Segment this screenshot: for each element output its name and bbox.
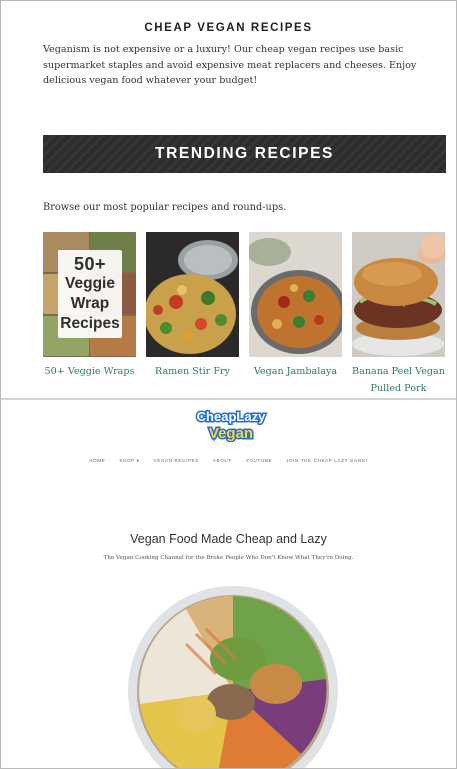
- nav-item-join[interactable]: JOIN THE CHEAP LAZY GANG!: [286, 458, 368, 464]
- recipe-link-pulled-pork[interactable]: Banana Peel Vegan Pulled Pork: [352, 363, 445, 397]
- overlay-line: 50+: [73, 254, 107, 274]
- recipes-section: CHEAP VEGAN RECIPES Veganism is not expe…: [0, 0, 457, 398]
- recipe-image-pulled-pork[interactable]: [352, 232, 445, 357]
- trending-banner-title: TRENDING RECIPES: [155, 145, 334, 162]
- nav-item-home[interactable]: HOME: [89, 458, 105, 464]
- logo-line-1: CheapLazy: [197, 409, 266, 424]
- buddha-bowl-photo: [128, 586, 338, 769]
- nav-item-shop[interactable]: SHOP ▾: [119, 458, 139, 464]
- hero-subtitle: The Vegan Cooking Channel for the Broke …: [103, 555, 354, 561]
- jambalaya-photo: [249, 232, 342, 357]
- cheap-lazy-vegan-logo[interactable]: CheapLazy Vegan: [190, 406, 272, 443]
- recipe-image-ramen-stir-fry[interactable]: [146, 232, 239, 357]
- ramen-stir-fry-photo: [146, 232, 239, 357]
- recipe-link-vegan-jambalaya[interactable]: Vegan Jambalaya: [249, 363, 342, 380]
- recipe-image-veggie-wraps[interactable]: 50+ Veggie Wrap Recipes: [43, 232, 136, 357]
- recipe-cards: 50+ Veggie Wrap Recipes 50+ Veggie Wraps: [43, 232, 447, 394]
- overlay-line: Wrap: [70, 295, 110, 312]
- recipe-link-veggie-wraps[interactable]: 50+ Veggie Wraps: [43, 363, 136, 380]
- pulled-pork-burger-photo: [352, 232, 445, 357]
- recipe-image-vegan-jambalaya[interactable]: [249, 232, 342, 357]
- browse-text: Browse our most popular recipes and roun…: [43, 202, 287, 213]
- main-nav: HOME SHOP ▾ VEGAN RECIPES ABOUT YOUTUBE …: [0, 458, 457, 464]
- recipe-card-ramen-stir-fry[interactable]: Ramen Stir Fry: [146, 232, 239, 380]
- trending-banner: TRENDING RECIPES: [43, 135, 446, 173]
- section-title: CHEAP VEGAN RECIPES: [144, 22, 313, 34]
- nav-item-about[interactable]: ABOUT: [213, 458, 232, 464]
- recipe-card-pulled-pork[interactable]: Banana Peel Vegan Pulled Pork: [352, 232, 445, 397]
- logo-line-2: Vegan: [209, 425, 253, 442]
- overlay-line: Recipes: [60, 315, 120, 332]
- recipe-card-veggie-wraps[interactable]: 50+ Veggie Wrap Recipes 50+ Veggie Wraps: [43, 232, 136, 380]
- intro-paragraph: Veganism is not expensive or a luxury! O…: [43, 44, 417, 86]
- hero-title: Vegan Food Made Cheap and Lazy: [130, 532, 327, 546]
- recipe-link-ramen-stir-fry[interactable]: Ramen Stir Fry: [146, 363, 239, 380]
- veggie-wrap-overlay: 50+ Veggie Wrap Recipes: [58, 250, 122, 338]
- nav-item-youtube[interactable]: YOUTUBE: [246, 458, 272, 464]
- homepage-hero: CheapLazy Vegan HOME SHOP ▾ VEGAN RECIPE…: [0, 400, 457, 769]
- recipe-card-vegan-jambalaya[interactable]: Vegan Jambalaya: [249, 232, 342, 380]
- overlay-line: Veggie: [65, 275, 115, 292]
- nav-item-vegan-recipes[interactable]: VEGAN RECIPES: [154, 458, 199, 464]
